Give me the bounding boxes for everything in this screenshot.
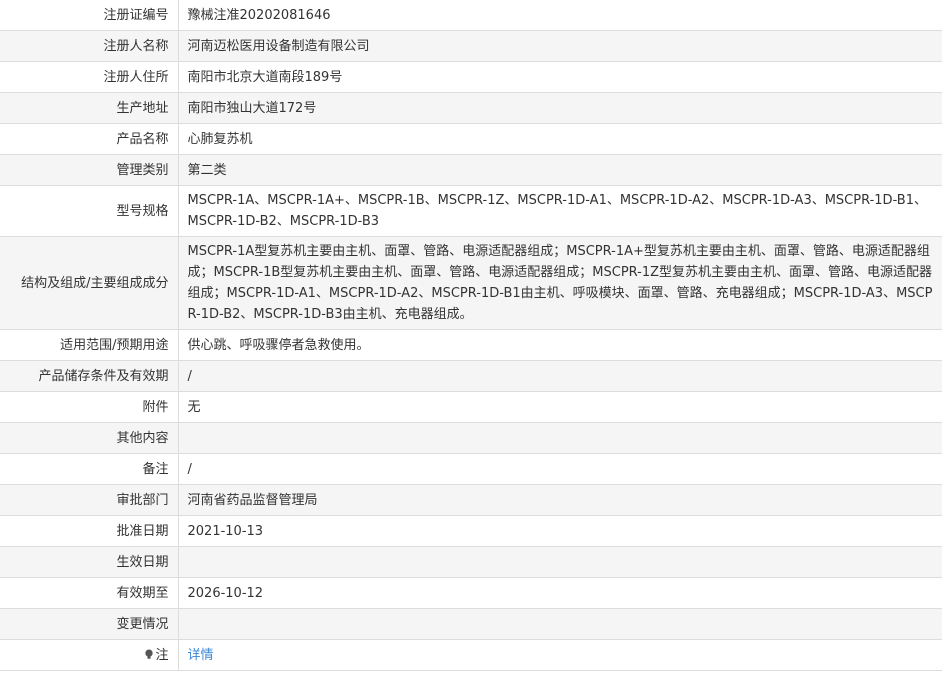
row-value: 河南省药品监督管理局 [178,484,942,516]
row-valid-until: 有效期至 2026-10-12 [0,577,942,609]
row-value: 供心跳、呼吸骤停者急救使用。 [178,329,942,361]
row-label: 产品储存条件及有效期 [0,360,179,392]
lightbulb-icon [145,648,154,659]
row-value: / [178,453,942,485]
row-value: 心肺复苏机 [178,123,942,155]
row-registrant-address: 注册人住所 南阳市北京大道南段189号 [0,61,942,93]
row-value [178,608,942,640]
row-structure-composition: 结构及组成/主要组成成分 MSCPR-1A型复苏机主要由主机、面罩、管路、电源适… [0,236,942,330]
row-label: 变更情况 [0,608,179,640]
row-value: 无 [178,391,942,423]
row-intended-use: 适用范围/预期用途 供心跳、呼吸骤停者急救使用。 [0,329,942,361]
row-registration-number: 注册证编号 豫械注准20202081646 [0,0,942,31]
row-label: 注册人住所 [0,61,179,93]
row-approval-dept: 审批部门 河南省药品监督管理局 [0,484,942,516]
row-approval-date: 批准日期 2021-10-13 [0,515,942,547]
row-remarks: 备注 / [0,453,942,485]
row-label: 注册人名称 [0,30,179,62]
row-label: 生效日期 [0,546,179,578]
row-value: 详情 [178,639,942,671]
row-label: 结构及组成/主要组成成分 [0,236,179,330]
row-label: 备注 [0,453,179,485]
row-label: 型号规格 [0,185,179,237]
row-model-spec: 型号规格 MSCPR-1A、MSCPR-1A+、MSCPR-1B、MSCPR-1… [0,185,942,237]
row-production-address: 生产地址 南阳市独山大道172号 [0,92,942,124]
row-value: 河南迈松医用设备制造有限公司 [178,30,942,62]
row-label: 产品名称 [0,123,179,155]
row-label: 注册证编号 [0,0,179,31]
row-other-content: 其他内容 [0,422,942,454]
row-value: 豫械注准20202081646 [178,0,942,31]
row-value: 南阳市北京大道南段189号 [178,61,942,93]
row-value: 第二类 [178,154,942,186]
row-value: MSCPR-1A、MSCPR-1A+、MSCPR-1B、MSCPR-1Z、MSC… [178,185,942,237]
row-product-name: 产品名称 心肺复苏机 [0,123,942,155]
row-label: 其他内容 [0,422,179,454]
row-attachment: 附件 无 [0,391,942,423]
row-value: 2021-10-13 [178,515,942,547]
row-value: 南阳市独山大道172号 [178,92,942,124]
row-label: 批准日期 [0,515,179,547]
row-label: 管理类别 [0,154,179,186]
row-label: 附件 [0,391,179,423]
details-link[interactable]: 详情 [188,648,214,663]
row-label: 生产地址 [0,92,179,124]
row-note: 注 详情 [0,639,942,671]
registration-record-table: 注册证编号 豫械注准20202081646 注册人名称 河南迈松医用设备制造有限… [0,0,942,671]
row-management-class: 管理类别 第二类 [0,154,942,186]
row-value [178,546,942,578]
row-value [178,422,942,454]
row-label: 适用范围/预期用途 [0,329,179,361]
note-label-text: 注 [155,647,169,663]
row-value: 2026-10-12 [178,577,942,609]
row-storage-validity: 产品储存条件及有效期 / [0,360,942,392]
row-value: MSCPR-1A型复苏机主要由主机、面罩、管路、电源适配器组成；MSCPR-1A… [178,236,942,330]
row-label: 有效期至 [0,577,179,609]
row-effective-date: 生效日期 [0,546,942,578]
row-value: / [178,360,942,392]
row-change-status: 变更情况 [0,608,942,640]
row-label: 注 [0,639,179,671]
row-label: 审批部门 [0,484,179,516]
row-registrant-name: 注册人名称 河南迈松医用设备制造有限公司 [0,30,942,62]
